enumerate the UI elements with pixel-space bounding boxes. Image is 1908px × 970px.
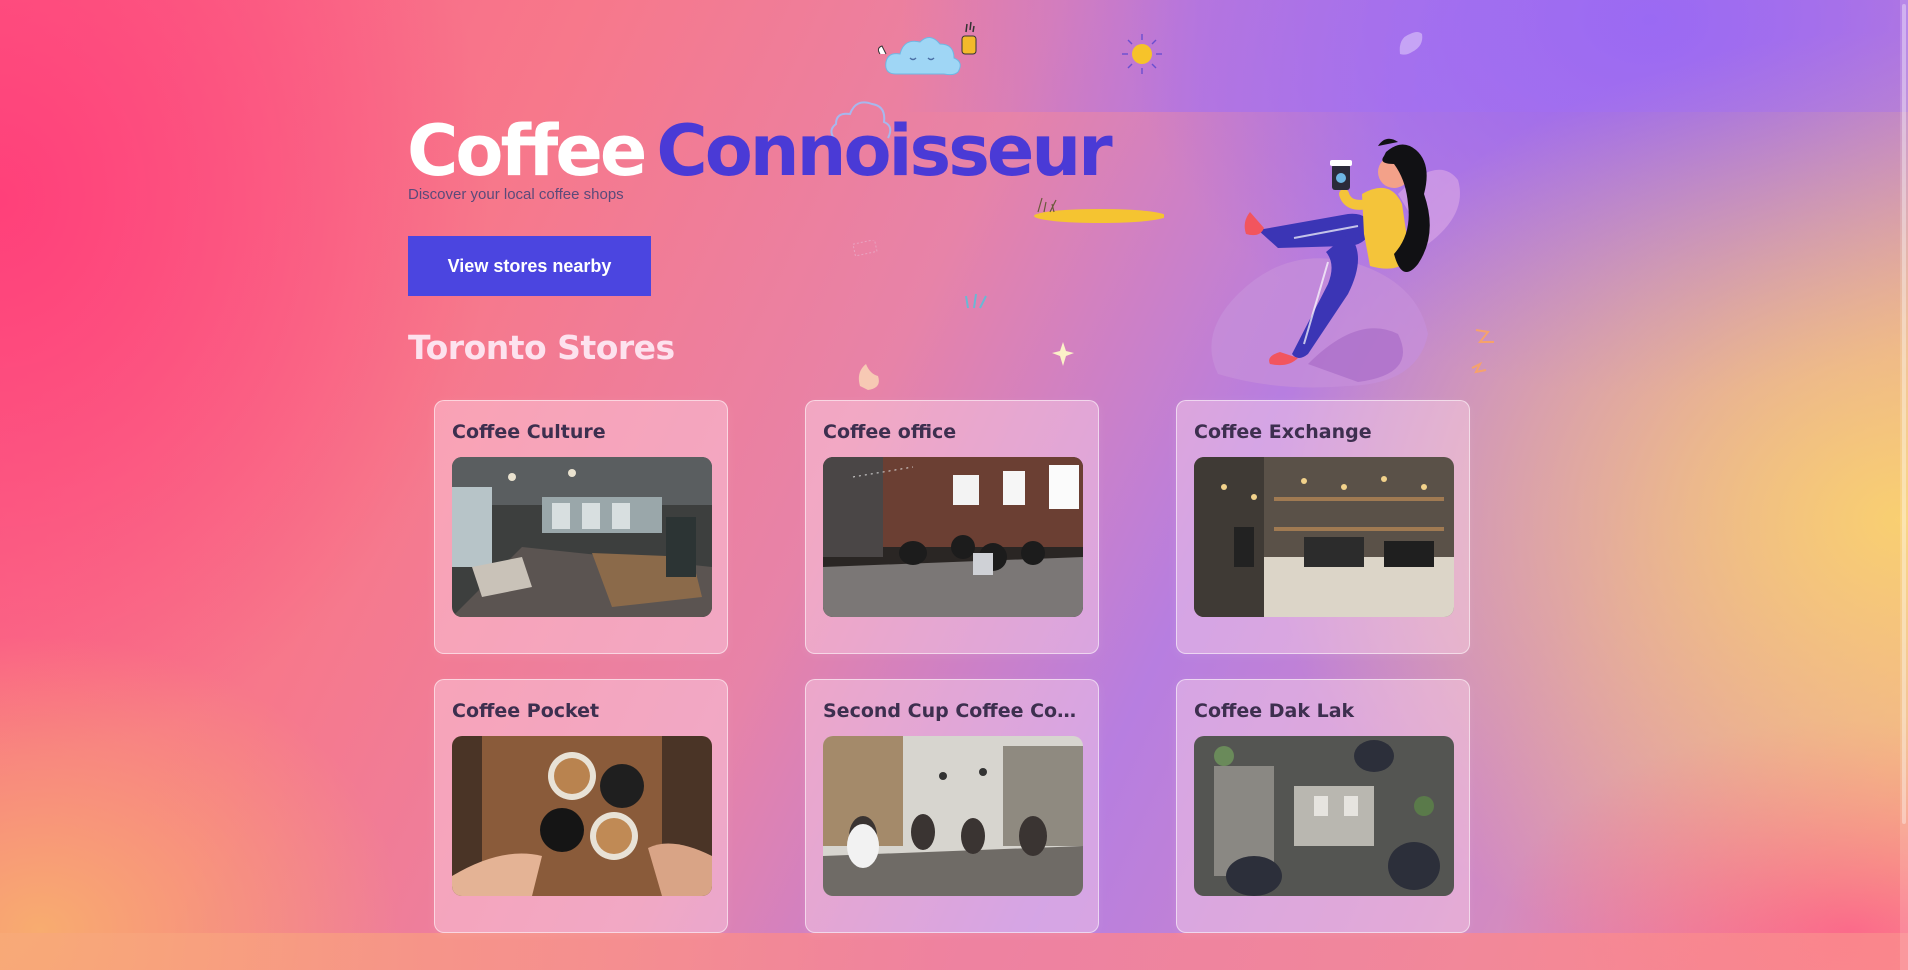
store-photo bbox=[1194, 457, 1454, 617]
store-card[interactable]: Coffee Pocket bbox=[434, 679, 728, 933]
view-stores-nearby-button[interactable]: View stores nearby bbox=[408, 236, 651, 296]
store-card[interactable]: Coffee Dak Lak bbox=[1176, 679, 1470, 933]
sun-icon bbox=[1122, 34, 1162, 74]
scrollbar-thumb[interactable] bbox=[1902, 4, 1906, 824]
store-card[interactable]: Second Cup Coffee Co. fe... bbox=[805, 679, 1099, 933]
petal-icon bbox=[858, 364, 879, 390]
cloud-coffee-illustration bbox=[877, 21, 977, 76]
store-name: Coffee Exchange bbox=[1194, 421, 1372, 443]
store-name: Coffee Pocket bbox=[452, 700, 600, 722]
section-title: Toronto Stores bbox=[408, 328, 675, 367]
store-photo bbox=[823, 736, 1083, 896]
sprout-icon bbox=[965, 293, 987, 309]
store-card[interactable]: Coffee Exchange bbox=[1176, 400, 1470, 654]
store-photo bbox=[452, 736, 712, 896]
title-word-connoisseur: Connoisseur bbox=[656, 110, 1112, 192]
store-name: Coffee office bbox=[823, 421, 957, 443]
store-name: Coffee Dak Lak bbox=[1194, 700, 1355, 722]
footer-band bbox=[0, 933, 1908, 970]
site-subtitle: Discover your local coffee shops bbox=[408, 186, 624, 203]
store-photo bbox=[452, 457, 712, 617]
title-word-coffee: Coffee bbox=[407, 110, 647, 192]
store-photo bbox=[1194, 736, 1454, 896]
woman-drinking-coffee-illustration bbox=[1211, 138, 1460, 388]
store-card[interactable]: Coffee Culture bbox=[434, 400, 728, 654]
store-photo bbox=[823, 457, 1083, 617]
leaf-icon bbox=[1399, 32, 1423, 55]
pattern-dots-icon bbox=[852, 240, 878, 257]
store-card[interactable]: Coffee office bbox=[805, 400, 1099, 654]
store-name: Coffee Culture bbox=[452, 421, 606, 443]
site-title: Coffee Connoisseur bbox=[407, 106, 1113, 196]
grass-yellow-disc-illustration bbox=[1034, 197, 1164, 223]
store-grid: Coffee Culture Coffee office Coffee Exch… bbox=[434, 400, 1470, 933]
star-icon bbox=[1052, 342, 1074, 366]
store-name: Second Cup Coffee Co. fe... bbox=[823, 700, 1081, 722]
